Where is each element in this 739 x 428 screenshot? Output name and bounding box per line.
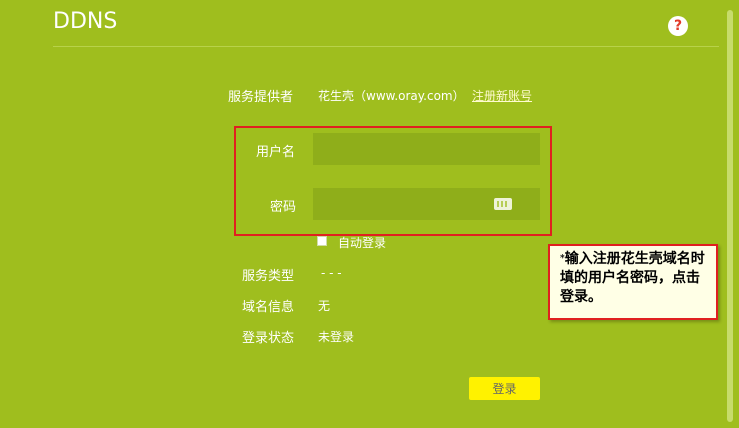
domain-info-value: 无	[318, 299, 331, 313]
page-title: DDNS	[53, 9, 118, 34]
service-type-label: 服务类型	[242, 269, 295, 284]
title-divider	[53, 46, 719, 47]
auto-login-checkbox[interactable]	[317, 236, 327, 246]
login-status-value: 未登录	[318, 330, 355, 344]
instruction-tooltip: *输入注册花生壳域名时填的用户名密码，点击登录。	[548, 244, 718, 320]
register-link[interactable]: 注册新账号	[472, 87, 532, 104]
service-type-value: - - -	[321, 266, 342, 280]
scrollbar[interactable]	[727, 10, 733, 422]
provider-value: 花生壳（www.oray.com）	[318, 89, 465, 103]
login-status-label: 登录状态	[242, 331, 295, 346]
help-icon[interactable]: ?	[668, 16, 688, 36]
provider-label: 服务提供者	[228, 90, 294, 105]
auto-login-label[interactable]: 自动登录	[338, 234, 386, 251]
login-button[interactable]: 登录	[469, 377, 540, 400]
domain-info-label: 域名信息	[242, 300, 295, 315]
tooltip-text: 输入注册花生壳域名时填的用户名密码，点击登录。	[560, 251, 705, 305]
highlight-box	[234, 126, 552, 236]
